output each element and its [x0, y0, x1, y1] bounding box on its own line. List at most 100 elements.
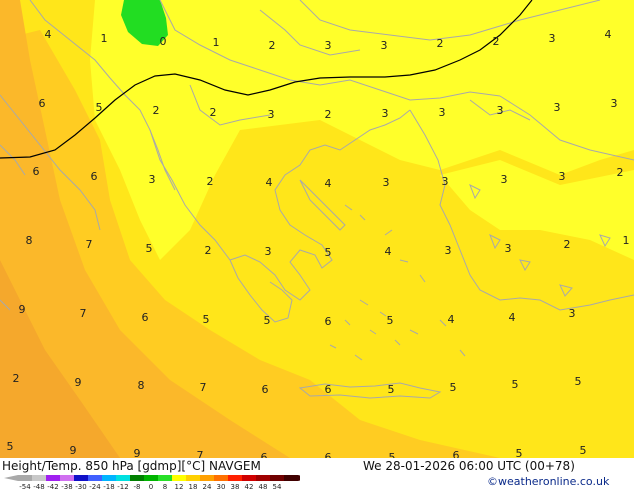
legend-tick-label: -12	[117, 483, 128, 490]
legend-swatch	[32, 475, 46, 481]
contour-label: 5	[325, 246, 332, 259]
contour-label: 6	[39, 97, 46, 110]
contour-label: 7	[200, 381, 207, 394]
contour-label: 4	[45, 28, 52, 41]
legend-swatches	[4, 475, 300, 481]
contour-label: 5	[387, 314, 394, 327]
legend-swatch	[284, 475, 298, 481]
contour-label: 6	[325, 315, 332, 328]
contour-label: 7	[86, 238, 93, 251]
contour-label: 3	[382, 107, 389, 120]
contour-label: 7	[197, 449, 204, 458]
contour-label: 6	[142, 311, 149, 324]
legend-tick-label: -24	[89, 483, 101, 490]
legend-swatch	[270, 475, 284, 481]
contour-label: 4	[509, 311, 516, 324]
legend-swatch	[102, 475, 116, 481]
legend-swatch	[214, 475, 228, 481]
contour-label: 5	[264, 314, 271, 327]
contour-label: 2	[205, 244, 212, 257]
contour-label: 4	[605, 28, 612, 41]
legend-tick-label: 0	[149, 483, 153, 490]
contour-label: 3	[611, 97, 618, 110]
contour-label: 2	[153, 104, 160, 117]
legend-arrow-right	[298, 475, 300, 481]
contour-label: 3	[265, 245, 272, 258]
contour-label: 5	[203, 313, 210, 326]
legend-swatch	[256, 475, 270, 481]
legend-swatch	[60, 475, 74, 481]
contour-label: 3	[569, 307, 576, 320]
contour-label: 5	[96, 101, 103, 114]
contour-label: 4	[325, 177, 332, 190]
legend-swatch	[200, 475, 214, 481]
contour-label: 0	[160, 35, 167, 48]
contour-label: 2	[617, 166, 624, 179]
contour-label: 2	[269, 39, 276, 52]
contour-label: 8	[138, 379, 145, 392]
legend-tick-label: 48	[259, 483, 268, 490]
contour-label: 9	[75, 376, 82, 389]
footer-bar: Height/Temp. 850 hPa [gdmp][°C] NAVGEM W…	[0, 458, 634, 490]
map-canvas: 4 1 0 1 2 3 3 2 2 3 4 6 5 2 2 3 2 3 3 3 3 3 6 6 3 2 4 4 3 3 3 3 2 8 7 5 2 3 5 4…	[0, 0, 634, 458]
contour-label: 2	[210, 106, 217, 119]
contour-label: 4	[266, 176, 273, 189]
legend-arrow-left	[4, 475, 18, 481]
contour-label: 3	[445, 244, 452, 257]
legend-swatch	[74, 475, 88, 481]
contour-label: 5	[388, 383, 395, 396]
contour-label: 5	[389, 451, 396, 458]
legend-swatch	[46, 475, 60, 481]
contour-label: 6	[261, 451, 268, 458]
contour-label: 5	[575, 375, 582, 388]
color-legend: -54 -48 -42 -38 -30 -24 -18 -12 -8 0 8 12 18 24 30 38 42…	[4, 475, 300, 490]
contour-label: 2	[207, 175, 214, 188]
legend-swatch	[228, 475, 242, 481]
contour-label: 9	[134, 447, 141, 458]
legend-swatch	[144, 475, 158, 481]
contour-label: 9	[19, 303, 26, 316]
contour-label: 2	[493, 35, 500, 48]
legend-tick-label: 18	[189, 483, 198, 490]
legend-tick-label: 8	[163, 483, 167, 490]
contour-label: 5	[450, 381, 457, 394]
legend-swatch	[172, 475, 186, 481]
contour-label: 8	[26, 234, 33, 247]
legend-tick-label: 54	[273, 483, 282, 490]
contour-label: 3	[559, 170, 566, 183]
legend-tick-label: -38	[61, 483, 72, 490]
contour-label: 5	[580, 444, 587, 457]
legend-tick-label: -48	[33, 483, 44, 490]
contour-label: 1	[623, 234, 630, 247]
map-datetime: We 28-01-2026 06:00 UTC (00+78)	[363, 459, 575, 473]
legend-swatch	[116, 475, 130, 481]
legend-tick-label: 24	[203, 483, 212, 490]
contour-label: 5	[7, 440, 14, 453]
legend-tick-label: -30	[75, 483, 86, 490]
contour-label: 2	[13, 372, 20, 385]
contour-label: 7	[80, 307, 87, 320]
contour-label: 3	[325, 39, 332, 52]
contour-label: 5	[146, 242, 153, 255]
legend-tick-label: -54	[19, 483, 31, 490]
legend-swatch	[186, 475, 200, 481]
contour-label: 9	[70, 444, 77, 457]
contour-label: 3	[439, 106, 446, 119]
contour-label: 2	[325, 108, 332, 121]
contour-label: 6	[33, 165, 40, 178]
contour-label: 3	[505, 242, 512, 255]
contour-label: 3	[381, 39, 388, 52]
legend-tick-label: 38	[231, 483, 240, 490]
contour-label: 5	[516, 447, 523, 458]
contour-label: 3	[383, 176, 390, 189]
contour-label: 6	[91, 170, 98, 183]
contour-label: 1	[101, 32, 108, 45]
legend-swatch	[130, 475, 144, 481]
weather-map-page: 4101233223465223233333663244333328752354…	[0, 0, 634, 490]
contour-label: 3	[501, 173, 508, 186]
contour-label: 3	[554, 101, 561, 114]
contour-label: 6	[325, 451, 332, 458]
credit-link[interactable]: ©weatheronline.co.uk	[487, 475, 609, 488]
contour-label: 2	[437, 37, 444, 50]
contour-label: 3	[549, 32, 556, 45]
